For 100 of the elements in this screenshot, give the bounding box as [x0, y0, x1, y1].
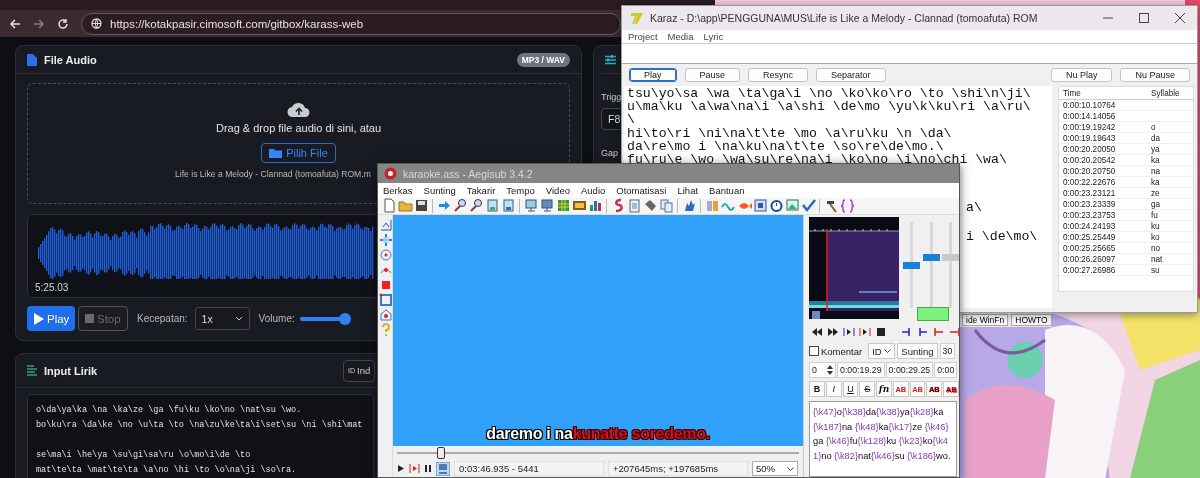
play-button[interactable]: Play	[27, 306, 75, 331]
format-button[interactable]: I	[825, 381, 842, 397]
checkbox-label: Komentar	[821, 345, 863, 357]
trigger-key-field[interactable]: F8	[601, 108, 621, 130]
move-icon[interactable]	[378, 233, 392, 246]
start-time-field[interactable]: 0:00:19.29	[837, 362, 885, 378]
menu-item[interactable]: Tempo	[506, 184, 535, 196]
end-time-field[interactable]: 0:00:29.25	[885, 362, 934, 378]
back-icon[interactable]	[9, 17, 21, 30]
menu-item[interactable]: Bantuan	[709, 184, 745, 196]
style-dropdown[interactable]: ID	[868, 343, 896, 359]
time-cell-text: 0:00:25.25665	[1062, 243, 1117, 253]
menu-item[interactable]: Takarir	[466, 184, 496, 196]
lyrics-input[interactable]: o\da\ya\ka \na \ka\ze \ga \fu\ku \ko\no \nat\su \wo. bo\ku\ra \da\ke \no \u\ta \to \na\zu\ke\ta\i\set\su \ni \shi\mat se\ma\i \he\ya \su\gi\sa\ru \o\mo\i\de \to mat\te\ta \mat\te\ta \a\no \hi \to \o\na\ji \so\ra.	[27, 394, 374, 478]
monitor-icon[interactable]	[539, 198, 555, 214]
choose-file-button[interactable]: Pilih File	[261, 143, 336, 163]
drop-hint: Drag & drop file audio di sini, atau	[215, 122, 382, 134]
folder-icon	[269, 148, 283, 158]
toolbar-button[interactable]: Resync	[748, 68, 809, 82]
lyrics-editor[interactable]: a\ i \de\mo\	[963, 166, 1052, 308]
toolbar-button[interactable]: Nu Pause	[1120, 68, 1190, 82]
comment-checkbox[interactable]	[809, 346, 819, 356]
window-button[interactable]: HOWTO	[1011, 314, 1052, 326]
forward-icon[interactable]	[33, 17, 45, 30]
syllable-cell-text: ko	[1150, 232, 1161, 242]
window-title: karaoke.ass - Aegisub 3.4.2	[403, 167, 533, 180]
document-icon[interactable]	[500, 198, 516, 214]
column-header[interactable]: Syllable	[1147, 88, 1193, 98]
rewind-icon[interactable]	[811, 326, 823, 338]
globe-icon	[91, 18, 102, 29]
video-time-field[interactable]: 0:03:46.935 - 5441	[454, 461, 604, 476]
duration-field[interactable]: 0:00	[934, 362, 958, 378]
menu-item[interactable]: Project	[628, 31, 658, 42]
close-icon[interactable]	[1175, 13, 1185, 23]
menu-item[interactable]: Sunting	[423, 184, 456, 196]
margin-field[interactable]: 30	[939, 343, 956, 359]
lyrics-editor[interactable]: tsu\yo\sa \wa \ta\ga\i \no \ko\ko\ro \to \shi\n\ji\ u\ma\ku \a\wa\na\i \a\shi \de\mo \yu\k\ku\ri \a\ru\ \ hi\to\ri \ni\na\t\te \mo \a\ru\ku \n \da\ da\re\mo i \na\ku\na\t\te \so\re\de\mo.\ fu\ru\e \wo \wa\su\re\na\i \ko\no \i\no\chi \wa\	[624, 86, 1052, 167]
marker-icon[interactable]	[917, 326, 929, 338]
magnifier-icon[interactable]	[452, 198, 468, 214]
menu-item[interactable]: Berkas	[383, 184, 413, 196]
spin-arrows-icon	[827, 364, 833, 376]
save-icon[interactable]	[413, 198, 429, 214]
magnifier-icon[interactable]	[468, 198, 484, 214]
braces-icon[interactable]	[839, 198, 855, 214]
upload-cloud-icon	[286, 101, 311, 118]
toolbar-button[interactable]: Pause	[684, 68, 741, 82]
monitor-icon[interactable]	[523, 198, 539, 214]
format-button[interactable]: fn	[876, 381, 892, 397]
marker-icon[interactable]	[901, 326, 913, 338]
fast-forward-icon[interactable]	[827, 326, 839, 338]
menu-item[interactable]: Audio	[581, 184, 606, 196]
clock-icon[interactable]	[768, 198, 784, 214]
pause-icon[interactable]	[424, 464, 432, 473]
play-icon[interactable]	[397, 464, 405, 473]
window-button[interactable]: ide WinFn	[962, 314, 1009, 326]
spectrogram-drawing[interactable]	[809, 217, 899, 319]
trigger-label: Trigg	[601, 92, 621, 102]
column-header[interactable]: Time	[1059, 88, 1147, 98]
speed-dropdown[interactable]: 1x	[194, 307, 250, 330]
menu-item[interactable]: Video	[545, 184, 570, 196]
auto-scroll-icon[interactable]	[436, 461, 450, 476]
menu-item[interactable]: Lihat	[677, 184, 699, 196]
marker-icon[interactable]	[933, 326, 945, 338]
clipboard-icon[interactable]	[626, 198, 642, 214]
play-line-icon[interactable]	[859, 326, 871, 338]
syllable-cell-text: na	[1150, 166, 1162, 176]
chevron-down-icon	[884, 349, 892, 353]
play-selection-icon[interactable]	[843, 326, 855, 338]
toolbar-button[interactable]: Nu Play	[1050, 68, 1113, 82]
waveform-drawing[interactable]	[35, 221, 375, 279]
grid-icon[interactable]	[555, 198, 571, 214]
chart-icon[interactable]	[587, 198, 603, 214]
toolbar-button[interactable]: Separator	[816, 68, 886, 82]
format-button[interactable]: S	[859, 381, 876, 397]
square-icon[interactable]	[752, 198, 768, 214]
gap-label: Gap	[601, 148, 619, 158]
file-name: Life is Like a Melody - Clannad (tomoafuta) ROM.m	[175, 169, 371, 179]
time-cell-text: 0:00:19.19643	[1062, 133, 1117, 143]
menu-item[interactable]: Lyric	[703, 31, 724, 42]
address-bar[interactable]: https://kotakpasir.cimosoft.com/gitbox/karass-web	[81, 12, 621, 35]
marker-icon[interactable]	[949, 326, 961, 338]
scale-icon[interactable]	[378, 293, 392, 306]
lyric-edit-field[interactable]	[622, 43, 1197, 64]
stop-icon[interactable]	[875, 326, 887, 338]
format-button[interactable]: U	[842, 381, 859, 397]
toolbar-button[interactable]: Play	[629, 68, 677, 82]
time-cell-text: 0:00:20.20542	[1062, 155, 1117, 165]
volume-slider[interactable]	[299, 312, 350, 325]
file-icon	[27, 53, 37, 66]
check-icon[interactable]	[800, 198, 816, 214]
reload-icon[interactable]	[57, 17, 69, 30]
subtitle-edit-box[interactable]: {\k47}o{\k38}da{\k38}ya{\k28}ka {\k187}na {\k48}ka{\k17}ze {\k46} ga {\k46}fu{\k128}ku {\k23}ko{\k41}no {\k82}nat{\k46}su {\k186}wo.	[809, 401, 957, 477]
layer-spinner[interactable]: 0	[809, 362, 836, 378]
menu-item[interactable]: Otomatisasi	[616, 184, 667, 196]
edit-button[interactable]: Sunting	[897, 343, 938, 359]
copy-icon[interactable]	[658, 198, 674, 214]
menu-item[interactable]: Media	[667, 31, 694, 42]
maximize-icon[interactable]	[1139, 13, 1149, 23]
format-button[interactable]: B	[809, 381, 825, 397]
zoom-dropdown[interactable]: 50%	[752, 461, 798, 476]
